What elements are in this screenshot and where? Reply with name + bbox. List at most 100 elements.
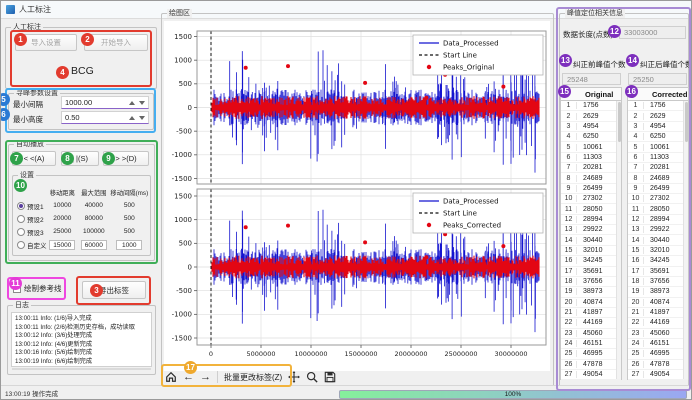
table-row[interactable]: 1228994 [628, 215, 688, 225]
preset-row[interactable]: 自定义15000600001000 [14, 238, 149, 251]
table-row[interactable]: 510061 [561, 142, 621, 152]
chart-bottom[interactable]: 150010005000-500-1000-150005000000100000… [161, 187, 551, 363]
pan-button[interactable] [288, 371, 300, 383]
annotation-callout: 9 [102, 152, 115, 165]
svg-text:15000000: 15000000 [344, 350, 377, 358]
min-height-spinbox[interactable]: 0.50 [61, 111, 149, 124]
data-length-field: 33003000 [619, 26, 686, 39]
app-window: 人工标注 人工标注 导入设置 开始导入 BCG 寻峰参数设置 最小间隔 1000… [0, 0, 692, 400]
table-row[interactable]: 2345060 [628, 329, 688, 339]
group-plot-title: 绘图区 [167, 9, 192, 18]
table-row[interactable]: 2546995 [561, 349, 621, 359]
preset-radio[interactable] [17, 241, 25, 249]
table-row[interactable]: 510061 [628, 142, 688, 152]
table-row[interactable]: 11756 [561, 101, 621, 111]
table-row[interactable]: 2244169 [628, 318, 688, 328]
preset-radio[interactable] [17, 228, 25, 236]
after-count-label: 纠正后峰值个数 [640, 59, 692, 70]
table-row[interactable]: 1532010 [561, 246, 621, 256]
svg-text:-500: -500 [176, 127, 192, 135]
chart-top[interactable]: 150010005000-500-1000-1500Data_Processed… [161, 25, 551, 187]
table-row[interactable]: 2647878 [561, 360, 621, 370]
table-row[interactable]: 1938973 [561, 287, 621, 297]
scrollbar[interactable] [683, 101, 688, 379]
table-row[interactable]: 611303 [628, 153, 688, 163]
table-row[interactable]: 2141897 [628, 308, 688, 318]
preset-radio[interactable] [17, 215, 25, 223]
preset-row[interactable]: 预设22000080000500 [14, 212, 149, 225]
table-row[interactable]: 1329922 [628, 225, 688, 235]
table-row[interactable]: 34954 [628, 122, 688, 132]
table-row[interactable]: 2141897 [561, 308, 621, 318]
table-row[interactable]: 611303 [561, 153, 621, 163]
table-row[interactable]: 1027302 [628, 194, 688, 204]
spin-up-icon[interactable] [129, 116, 135, 120]
table-row[interactable]: 11756 [628, 101, 688, 111]
preset-row[interactable]: 预设11000040000500 [14, 199, 149, 212]
batch-edit-button[interactable]: 批量更改标签(Z) [224, 372, 282, 383]
spin-down-icon[interactable] [139, 116, 145, 120]
table-row[interactable]: 720281 [628, 163, 688, 173]
svg-text:-1000: -1000 [172, 151, 192, 159]
table-row[interactable]: 2546995 [628, 349, 688, 359]
svg-text:-1500: -1500 [172, 334, 192, 342]
table-row[interactable]: 1938973 [628, 287, 688, 297]
table-row[interactable]: 2749054 [561, 370, 621, 380]
svg-text:20000000: 20000000 [394, 350, 427, 358]
table-row[interactable]: 1027302 [561, 194, 621, 204]
table-row[interactable]: 46250 [628, 132, 688, 142]
min-interval-spinbox[interactable]: 1000.00 [61, 96, 149, 109]
table-row[interactable]: 926499 [561, 184, 621, 194]
annotation-callout: 3 [90, 284, 103, 297]
svg-text:0: 0 [209, 350, 213, 358]
table-row[interactable]: 1837656 [561, 277, 621, 287]
scrollbar[interactable] [616, 101, 621, 379]
table-row[interactable]: 46250 [561, 132, 621, 142]
table-row[interactable]: 2040874 [628, 298, 688, 308]
group-annotation-title: 人工标注 [11, 23, 43, 32]
table-row[interactable]: 2446151 [628, 339, 688, 349]
svg-text:500: 500 [179, 240, 192, 248]
data-length-label: 数据长度(点数) [563, 29, 613, 40]
min-interval-value: 1000.00 [65, 98, 129, 107]
preset-radio[interactable] [17, 202, 25, 210]
spin-down-icon[interactable] [139, 101, 145, 105]
table-row[interactable]: 1128050 [561, 204, 621, 214]
table-row[interactable]: 1128050 [628, 204, 688, 214]
log-hscrollbar[interactable] [12, 368, 151, 370]
table-row[interactable]: 1837656 [628, 277, 688, 287]
table-row[interactable]: 1329922 [561, 225, 621, 235]
preset-input[interactable]: 1000 [116, 240, 142, 250]
preset-row[interactable]: 预设325000100000500 [14, 225, 149, 238]
table-row[interactable]: 1634245 [561, 256, 621, 266]
table-row[interactable]: 2647878 [628, 360, 688, 370]
table-row[interactable]: 2446151 [561, 339, 621, 349]
table-row[interactable]: 1228994 [561, 215, 621, 225]
table-row[interactable]: 2749054 [628, 370, 688, 380]
svg-text:1000: 1000 [174, 216, 192, 224]
table-row[interactable]: 1430440 [628, 235, 688, 245]
forward-button[interactable]: → [200, 372, 211, 383]
table-row[interactable]: 824689 [561, 173, 621, 183]
save-button[interactable] [324, 371, 336, 383]
table-row[interactable]: 824689 [628, 173, 688, 183]
table-row[interactable]: 1634245 [628, 256, 688, 266]
table-row[interactable]: 1735691 [628, 267, 688, 277]
home-button[interactable] [165, 371, 177, 383]
table-row[interactable]: 1532010 [628, 246, 688, 256]
table-row[interactable]: 720281 [561, 163, 621, 173]
table-row[interactable]: 1430440 [561, 235, 621, 245]
table-row[interactable]: 22629 [628, 111, 688, 121]
spin-up-icon[interactable] [129, 101, 135, 105]
table-row[interactable]: 2345060 [561, 329, 621, 339]
preset-input[interactable]: 60000 [81, 240, 107, 250]
table-row[interactable]: 2244169 [561, 318, 621, 328]
zoom-button[interactable] [306, 371, 318, 383]
table-row[interactable]: 2040874 [561, 298, 621, 308]
svg-text:Data_Processed: Data_Processed [443, 40, 499, 48]
table-row[interactable]: 1735691 [561, 267, 621, 277]
preset-input[interactable]: 15000 [49, 240, 75, 250]
table-row[interactable]: 22629 [561, 111, 621, 121]
table-row[interactable]: 926499 [628, 184, 688, 194]
table-row[interactable]: 34954 [561, 122, 621, 132]
